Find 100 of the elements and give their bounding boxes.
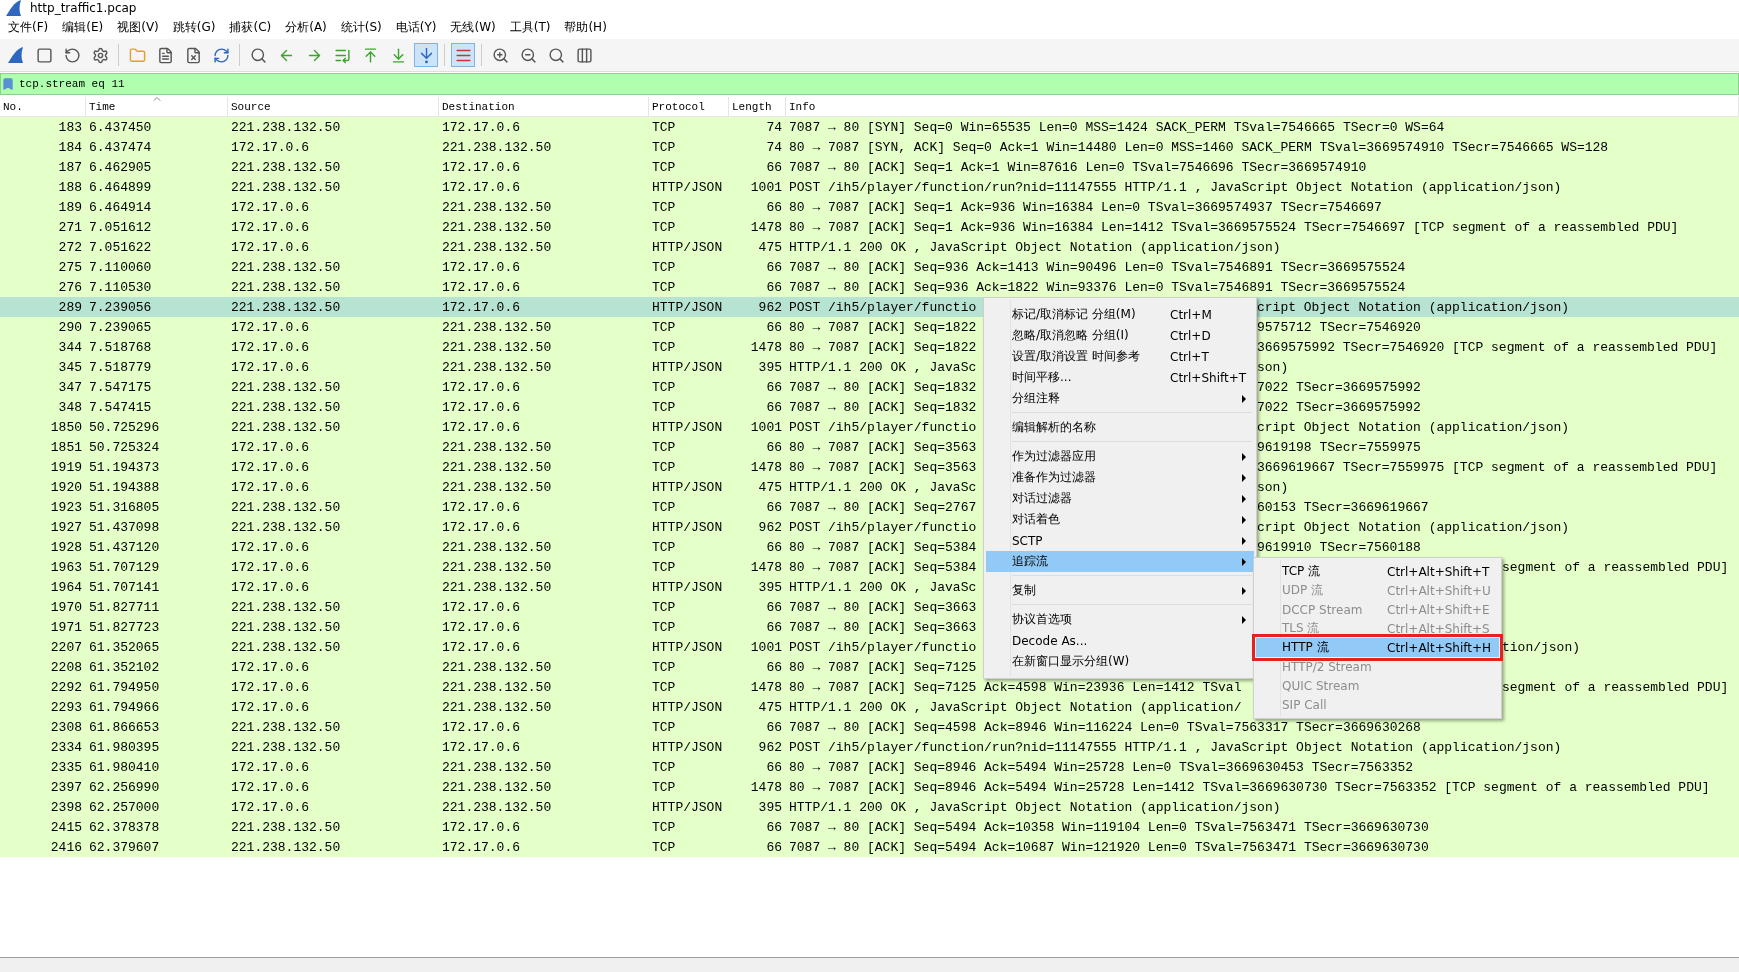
table-cell-text: 221.238.132.50 [441,339,553,355]
table-cell-text: HTTP/JSON [651,359,724,375]
table-cell-text: HTTP/JSON [651,179,724,195]
menu-item[interactable]: 文件(F) [2,17,55,38]
table-cell-text: TCP [651,839,677,855]
packet-row[interactable]: 183 6.437450 221.238.132.50 172.17.0.6 TCP 74 7087 → 80 [SYN] Seq=0 Win=65535 Len=0 MSS=1424 SACK_PERM TSval=7546665 TSecr=0 WS=64 [0,117,1739,137]
packet-row[interactable]: 189 6.464914 172.17.0.6 221.238.132.50 TCP 66 80 → 7087 [ACK] Seq=1 Ack=936 Win=16384 Len=0 TSval=3669574937 TSecr=7546697 [0,197,1739,217]
info-text: 7087 → 80 [ACK] Seq=1832 [789,399,977,415]
packet-row[interactable]: 275 7.110060 221.238.132.50 172.17.0.6 TCP 66 7087 → 80 [ACK] Seq=936 Ack=1413 Win=90496 Len=0 TSval=7546891 TSecr=3669575524 [0,257,1739,277]
table-cell-text: TCP [651,259,677,275]
table-cell-text: 221.238.132.50 [230,119,342,135]
table-cell-text: TCP [651,219,677,235]
packet-row[interactable]: 2335 61.980410 172.17.0.6 221.238.132.50 TCP 66 80 → 7087 [ACK] Seq=8946 Ack=5494 Win=25728 Len=0 TSval=3669630453 TSecr=7563352 [0,757,1739,777]
table-cell-text: 66 [765,379,783,395]
packet-row[interactable]: 184 6.437474 172.17.0.6 221.238.132.50 TCP 74 80 → 7087 [SYN, ACK] Seq=0 Ack=1 Win=14480 Len=0 MSS=1460 SACK_PERM TSval=3669574910 TSecr=7546665 WS=128 [0,137,1739,157]
table-cell-text: 61.980410 [88,759,161,775]
column-header[interactable]: No. [3,97,85,116]
packet-row[interactable]: 272 7.051622 172.17.0.6 221.238.132.50 HTTP/JSON 475 HTTP/1.1 200 OK , JavaScript Object Notation (application/json) [0,237,1739,257]
table-cell-text: HTTP/JSON [651,799,724,815]
table-cell-text: 221.238.132.50 [441,219,553,235]
packet-row[interactable]: 187 6.462905 221.238.132.50 172.17.0.6 TCP 66 7087 → 80 [ACK] Seq=1 Ack=1 Win=87616 Len=0 TSval=7546696 TSecr=3669574910 [0,157,1739,177]
table-cell-text: 1919 [49,459,83,475]
zoom-reset-icon [547,46,565,64]
table-cell-text: 66 [765,439,783,455]
table-cell-text: 221.238.132.50 [230,639,342,655]
column-header[interactable]: Time [89,97,227,116]
table-cell-text: 172.17.0.6 [441,279,521,295]
info-text: POST /ih5/player/function/run?nid=11147555 HTTP/1.1 , JavaScript Object Notation (application/json) [789,179,1562,195]
table-cell-text: 172.17.0.6 [230,699,310,715]
info-text: 80 → 7087 [ACK] Seq=1 Ack=936 Win=16384 Len=1412 TSval=3669575524 TSecr=7546697 [TCP segment of a reassembled PDU] [789,219,1679,235]
packet-row[interactable]: 2398 62.257000 172.17.0.6 221.238.132.50 HTTP/JSON 395 HTTP/1.1 200 OK , JavaScript Object Notation (application/json) [0,797,1739,817]
info-text: 80 → 7087 [ACK] Seq=5384 [789,559,977,575]
table-cell-text: 221.238.132.50 [230,179,342,195]
column-header[interactable]: Length [732,97,785,116]
table-cell-text: 62.256990 [88,779,161,795]
menu-item[interactable]: 视图(V) [111,17,165,38]
table-cell-text: 7.518768 [88,339,153,355]
menu-item[interactable]: 统计(S) [334,17,388,38]
menu-item[interactable]: 编辑(E) [56,17,110,38]
packet-row[interactable]: 2415 62.378378 221.238.132.50 172.17.0.6 TCP 66 7087 → 80 [ACK] Seq=5494 Ack=10358 Win=119104 Len=0 TSval=7563471 TSecr=3669630730 [0,817,1739,837]
table-cell-text: 475 [757,479,783,495]
table-cell-text: 962 [757,299,783,315]
table-cell-text: 7.110530 [88,279,153,295]
display-filter-field[interactable]: tcp.stream eq 11 [0,73,1739,95]
menu-item[interactable]: 无线(W) [444,17,502,38]
zoom-out-icon [519,46,537,64]
table-cell-text: 395 [757,359,783,375]
table-cell-text: 61.794966 [88,699,161,715]
table-cell-text: 1478 [749,219,783,235]
column-header[interactable]: Protocol [652,97,728,116]
table-cell-text: 172.17.0.6 [230,319,310,335]
column-header[interactable]: Source [231,97,438,116]
info-text: 7087 → 80 [ACK] Seq=4598 Ack=8946 Win=116224 Len=0 TSval=7563317 TSecr=3669630268 [789,719,1421,735]
menu-item[interactable]: 分析(A) [279,17,333,38]
menu-item[interactable]: 电话(Y) [389,17,443,38]
toolbar-button[interactable] [451,43,475,67]
packet-row[interactable]: 271 7.051612 172.17.0.6 221.238.132.50 TCP 1478 80 → 7087 [ACK] Seq=1 Ack=936 Win=16384 Len=1412 TSval=3669575524 TSecr=7546697 [TCP segment of a reassembled PDU] [0,217,1739,237]
table-cell-text: 395 [757,799,783,815]
restart-icon [63,46,81,64]
table-cell-text: 172.17.0.6 [441,819,521,835]
menu-item[interactable]: 跳转(G) [166,17,222,38]
menu-item[interactable]: 捕获(C) [223,17,278,38]
stop-icon [35,46,53,64]
info-text: 7087 → 80 [ACK] Seq=1 Ack=1 Win=87616 Len=0 TSval=7546696 TSecr=3669574910 [789,159,1367,175]
bookmark-icon[interactable] [1,77,15,91]
table-cell-text: HTTP/JSON [651,739,724,755]
info-text: 7022 TSecr=3669575992 [1257,399,1421,415]
table-cell-text: 221.238.132.50 [230,839,342,855]
context-menu-item[interactable]: 编辑解析的名称 [986,417,1254,438]
column-header[interactable]: Destination [442,97,648,116]
table-cell-text: 172.17.0.6 [441,619,521,635]
context-menu-item[interactable]: 追踪流 [986,551,1254,572]
packet-row[interactable]: 276 7.110530 221.238.132.50 172.17.0.6 TCP 66 7087 → 80 [ACK] Seq=936 Ack=1822 Win=93376 Len=0 TSval=7546891 TSecr=3669575524 [0,277,1739,297]
table-cell-text: 172.17.0.6 [441,519,521,535]
packet-row[interactable]: 2397 62.256990 172.17.0.6 221.238.132.50 TCP 1478 80 → 7087 [ACK] Seq=8946 Ack=5494 Win=25728 Len=1412 TSval=3669630730 TSecr=7563352 [TCP segment of a reassembled PDU] [0,777,1739,797]
table-cell-text: 345 [57,359,83,375]
table-cell-text: 184 [57,139,83,155]
toolbar-button[interactable] [414,43,438,67]
table-cell-text: 1478 [749,339,783,355]
info-text: cript Object Notation (application/json) [1257,299,1570,315]
packet-row[interactable]: 2416 62.379607 221.238.132.50 172.17.0.6 TCP 66 7087 → 80 [ACK] Seq=5494 Ack=10687 Win=121920 Len=0 TSval=7563471 TSecr=3669630730 [0,837,1739,857]
packet-row[interactable]: 188 6.464899 221.238.132.50 172.17.0.6 HTTP/JSON 1001 POST /ih5/player/function/run?nid=11147555 HTTP/1.1 , JavaScript Object Notation (application/json) [0,177,1739,197]
table-cell-text: 1923 [49,499,83,515]
packet-row[interactable]: 2308 61.866653 221.238.132.50 172.17.0.6 TCP 66 7087 → 80 [ACK] Seq=4598 Ack=8946 Win=116224 Len=0 TSval=7563317 TSecr=3669630268 [0,717,1739,737]
table-cell-text: 6.437450 [88,119,153,135]
table-cell-text: 221.238.132.50 [230,519,342,535]
table-cell-text: TCP [651,379,677,395]
table-cell-text: HTTP/JSON [651,519,724,535]
table-cell-text: 172.17.0.6 [230,339,310,355]
packet-row[interactable]: 2334 61.980395 221.238.132.50 172.17.0.6 HTTP/JSON 962 POST /ih5/player/function/run?nid=11147555 HTTP/1.1 , JavaScript Object Notation (application/json) [0,737,1739,757]
menu-item[interactable]: 工具(T) [503,17,557,38]
info-text: POST /ih5/player/function/run?nid=11147555 HTTP/1.1 , JavaScript Object Notation (application/json) [789,739,1562,755]
column-header[interactable]: Info [789,97,1738,116]
menu-item[interactable]: 帮助(H) [558,17,613,38]
table-cell-text: 221.238.132.50 [441,199,553,215]
table-cell-text: 1478 [749,459,783,475]
info-text: 3669575992 TSecr=7546920 [TCP segment of a reassembled PDU] [1257,339,1718,355]
table-cell-text: HTTP/JSON [651,419,724,435]
table-cell-text: 275 [57,259,83,275]
table-cell-text: TCP [651,679,677,695]
